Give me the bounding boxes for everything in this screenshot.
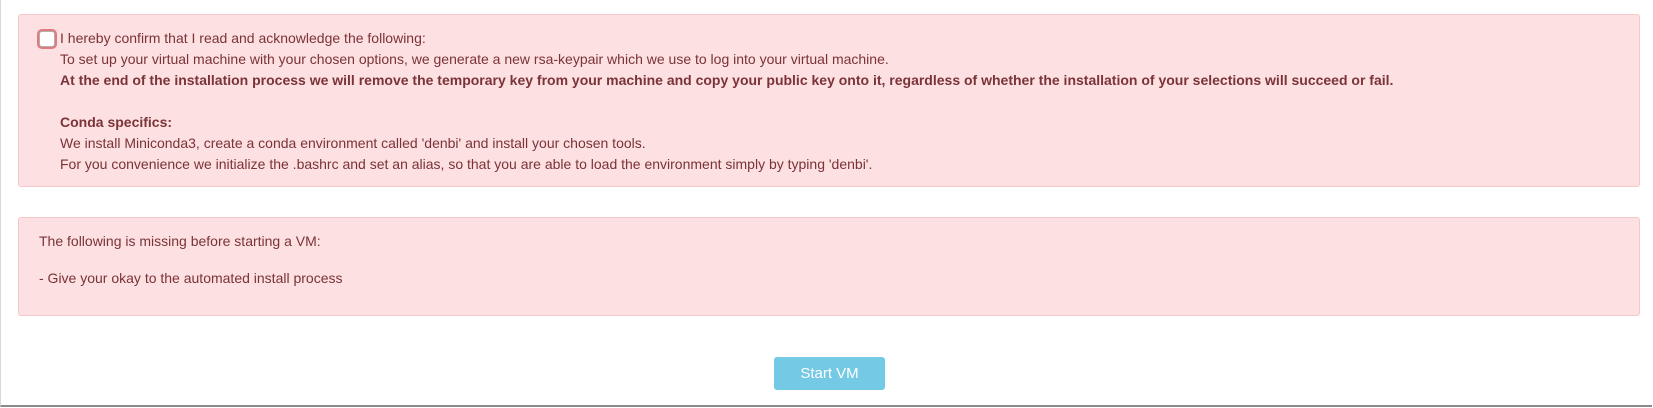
acknowledge-checkbox[interactable] xyxy=(39,31,55,47)
conda-alias-line: For you convenience we initialize the .b… xyxy=(60,156,873,172)
key-removal-info-line: At the end of the installation process w… xyxy=(60,72,1394,88)
conda-install-line: We install Miniconda3, create a conda en… xyxy=(60,135,646,151)
vm-start-panel: I hereby confirm that I read and acknowl… xyxy=(0,0,1652,407)
missing-requirements-text: The following is missing before starting… xyxy=(39,231,342,289)
confirm-label[interactable]: I hereby confirm that I read and acknowl… xyxy=(60,28,1393,49)
acknowledgement-text: I hereby confirm that I read and acknowl… xyxy=(60,28,1393,175)
start-vm-button[interactable]: Start VM xyxy=(774,357,885,390)
missing-requirements-alert: The following is missing before starting… xyxy=(18,217,1640,316)
missing-item: - Give your okay to the automated instal… xyxy=(39,270,343,286)
missing-title: The following is missing before starting… xyxy=(39,233,321,249)
conda-heading: Conda specifics: xyxy=(60,114,173,130)
acknowledgement-alert: I hereby confirm that I read and acknowl… xyxy=(18,14,1640,187)
keypair-info-line: To set up your virtual machine with your… xyxy=(60,51,889,67)
acknowledgement-row: I hereby confirm that I read and acknowl… xyxy=(39,28,1393,175)
